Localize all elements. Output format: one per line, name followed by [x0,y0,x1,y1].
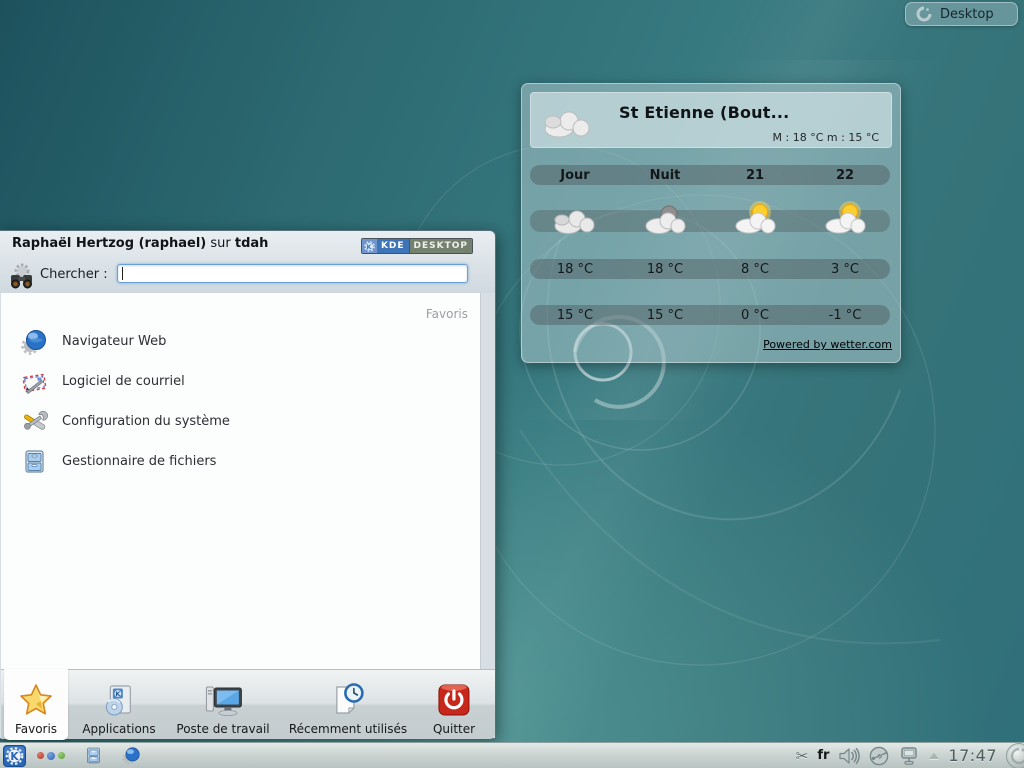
weather-day-temps-row: 18 °C 18 °C 8 °C 3 °C [530,259,890,279]
kickoff-header: Raphaël Hertzog (raphael) sur tdah K KDE… [0,231,495,293]
tab-favoris[interactable]: Favoris [4,669,68,740]
desktop-toolbox-label: Desktop [940,7,994,22]
menu-item-mail-client[interactable]: Logiciel de courriel [1,361,480,401]
kickoff-user-title: Raphaël Hertzog (raphael) sur tdah [12,236,268,251]
kde-desktop-badge: K KDE DESKTOP [361,238,473,254]
desktop-toolbox[interactable]: Desktop [905,2,1018,26]
bottom-panel: K [0,742,1024,768]
temp-value: 3 °C [800,262,890,277]
svg-text:K: K [366,242,372,250]
search-input[interactable] [117,264,468,283]
tab-label: Récemment utilisés [289,722,407,736]
user-sur: sur [206,236,235,251]
weather-widget: St Etienne (Bout... M : 18 °C m : 15 °C … [521,83,901,363]
wetter-com-link[interactable]: Powered by wetter.com [763,338,892,351]
mail-client-icon [21,368,48,395]
user-name: Raphaël Hertzog (raphael) [12,236,206,251]
web-browser-icon [122,746,141,765]
file-manager-icon [84,746,103,765]
weather-night-temps-row: 15 °C 15 °C 0 °C -1 °C [530,305,890,325]
tab-applications[interactable]: K Applications [82,670,155,740]
kickoff-tab-bar: Favoris K Applications [1,669,495,739]
temp-value: 15 °C [530,308,620,323]
sun-cloud-icon [822,201,868,235]
web-browser-icon [21,328,48,355]
network-monitor-icon[interactable] [898,746,920,766]
cloudy-night-icon [642,203,688,235]
sun-cloud-icon [732,201,778,235]
tray-expander-arrow-icon[interactable] [929,753,939,759]
weather-column-headers: Jour Nuit 21 22 [530,165,890,185]
user-host: tdah [235,236,269,251]
system-tray: ✂ fr [796,743,1024,768]
tab-label: Favoris [15,722,57,736]
kickoff-menu: Raphaël Hertzog (raphael) sur tdah K KDE… [0,230,496,739]
weather-header: St Etienne (Bout... M : 18 °C m : 15 °C [530,92,892,148]
badge-kde-label: KDE [377,239,409,253]
weather-col-label: 22 [800,168,890,183]
kde-menu-button[interactable]: K [3,745,26,767]
temp-value: 0 °C [710,308,800,323]
weather-condition-row [530,210,890,232]
temp-value: 8 °C [710,262,800,277]
cashew-icon [916,6,932,22]
search-label: Chercher : [40,267,108,282]
weather-current-cloudy-icon [541,105,593,139]
keyboard-layout-indicator[interactable]: fr [817,748,829,763]
search-binoculars-icon [8,262,35,294]
device-notifier-usb-icon[interactable] [869,746,889,766]
desktop-pager-dots[interactable] [35,752,67,760]
weather-col-label: Nuit [620,168,710,183]
menu-item-label: Navigateur Web [62,334,166,349]
file-manager-icon [21,448,48,475]
temp-value: 15 °C [620,308,710,323]
svg-text:K: K [10,750,19,762]
tab-label: Quitter [433,722,475,736]
weather-col-label: Jour [530,168,620,183]
menu-item-file-manager[interactable]: Gestionnaire de fichiers [1,441,480,481]
menu-item-web-browser[interactable]: Navigateur Web [1,321,480,361]
badge-desktop-label: DESKTOP [409,239,472,253]
pager-dot[interactable] [58,752,65,759]
menu-item-system-settings[interactable]: Configuration du système [1,401,480,441]
klipper-scissors-icon[interactable]: ✂ [796,747,809,765]
weather-col-label: 21 [710,168,800,183]
kickoff-favorites-view: Favoris Navigateur Web [1,293,481,669]
file-manager-launcher[interactable] [84,746,103,765]
volume-icon[interactable] [838,747,860,765]
digital-clock[interactable]: 17:47 [948,746,997,765]
temp-value: 18 °C [530,262,620,277]
menu-item-label: Configuration du système [62,414,230,429]
tab-poste-de-travail[interactable]: Poste de travail [176,670,269,740]
system-settings-icon [21,408,48,435]
tab-quitter[interactable]: Quitter [433,670,475,740]
pager-dot[interactable] [37,752,44,759]
tab-recemment-utilises[interactable]: Récemment utilisés [289,670,407,740]
pager-dot[interactable] [47,752,55,760]
star-icon [17,682,55,720]
tab-label: Poste de travail [176,722,269,736]
panel-toolbox-cashew[interactable] [1006,743,1024,768]
weather-minmax: M : 18 °C m : 15 °C [773,131,879,144]
menu-item-label: Logiciel de courriel [62,374,185,389]
computer-icon [203,682,243,720]
text-caret [122,267,123,280]
temp-value: 18 °C [620,262,710,277]
document-clock-icon [329,682,367,720]
menu-item-label: Gestionnaire de fichiers [62,454,216,469]
kde-gear-icon: K [362,239,377,253]
web-browser-launcher[interactable] [122,746,141,765]
tab-label: Applications [82,722,155,736]
package-icon: K [100,682,138,720]
temp-value: -1 °C [800,308,890,323]
weather-location-title: St Etienne (Bout... [619,103,881,122]
cloudy-icon [552,203,598,235]
desktop-background: Desktop St Etienne (Bout... M : 18 °C m … [0,0,1024,768]
power-icon [436,682,472,720]
favorites-section-label: Favoris [426,307,468,321]
